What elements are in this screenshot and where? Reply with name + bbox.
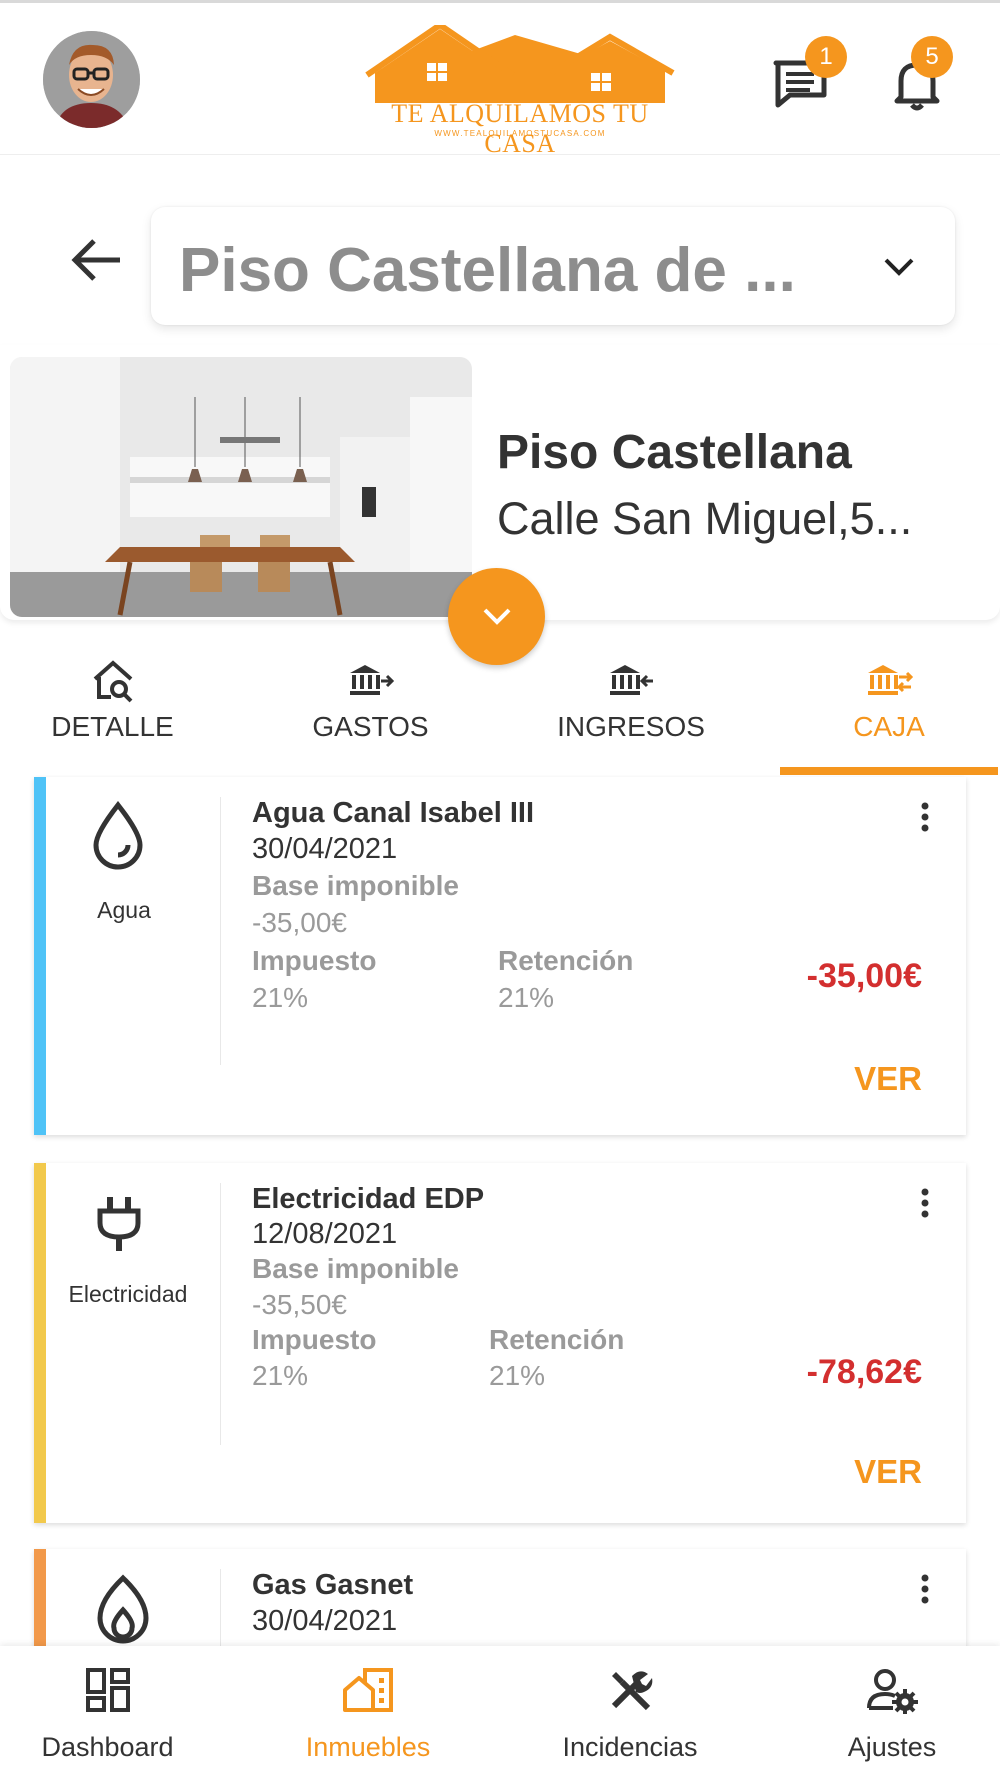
transaction-card[interactable]: Electricidad Electricidad EDP 12/08/2021… [34, 1163, 966, 1523]
app-header: TE ALQUILAMOS TU CASA WWW.TEALQUILAMOSTU… [0, 0, 1000, 158]
tax-label: Impuesto [252, 1324, 377, 1355]
card-divider [220, 1569, 221, 1646]
base-value: -35,50€ [252, 1289, 347, 1320]
nav-ajustes[interactable]: Ajustes [792, 1646, 992, 1778]
card-title: Gas Gasnet [252, 1569, 414, 1601]
tab-gastos[interactable]: GASTOS [258, 645, 483, 775]
property-select-value: Piso Castellana de ... [179, 236, 796, 305]
tab-ingresos[interactable]: INGRESOS [516, 645, 746, 775]
transaction-card[interactable]: Gas Gasnet 30/04/2021 [34, 1549, 966, 1646]
category-label: Agua [97, 897, 151, 923]
category-label: Electricidad [68, 1281, 188, 1307]
base-label: Base imponible [252, 1253, 459, 1284]
bank-in-icon [610, 665, 653, 695]
back-button[interactable] [70, 235, 125, 285]
property-name: Piso Castellana [497, 426, 852, 479]
chat-badge: 1 [805, 36, 847, 78]
brand-logo: TE ALQUILAMOS TU CASA WWW.TEALQUILAMOSTU… [355, 21, 685, 158]
card-divider [220, 797, 221, 1065]
chevron-down-icon [884, 258, 914, 276]
nav-incidencias[interactable]: Incidencias [530, 1646, 730, 1778]
tools-icon [611, 1671, 653, 1711]
more-vert-icon[interactable] [920, 802, 930, 832]
plug-icon [97, 1197, 141, 1251]
house-logo-icon [365, 21, 675, 103]
flame-icon [97, 1574, 149, 1644]
tab-label: INGRESOS [557, 711, 705, 742]
retention-label: Retención [498, 945, 634, 976]
ver-button[interactable]: VER [854, 1453, 922, 1491]
nav-label: Inmuebles [305, 1732, 431, 1762]
dashboard-icon [85, 1668, 130, 1712]
arrow-left-icon [71, 239, 120, 281]
nav-inmuebles[interactable]: Inmuebles [268, 1646, 468, 1778]
property-tabs: DETALLE GASTOS INGRESOS CAJA [0, 645, 1000, 775]
card-title: Electricidad EDP [252, 1183, 485, 1215]
property-photo [10, 357, 472, 617]
tab-label: DETALLE [51, 711, 174, 742]
nav-dashboard[interactable]: Dashboard [0, 1646, 215, 1778]
category-stripe [34, 777, 46, 1135]
tab-caja[interactable]: CAJA [780, 645, 998, 775]
tax-label: Impuesto [252, 945, 377, 976]
property-select[interactable]: Piso Castellana de ... [151, 207, 955, 325]
retention-value: 21% [498, 982, 555, 1013]
logo-url: WWW.TEALQUILAMOSTUCASA.COM [434, 129, 606, 138]
active-tab-indicator [780, 767, 998, 775]
nav-label: Incidencias [562, 1732, 698, 1762]
transaction-list: Agua Agua Canal Isabel III 30/04/2021 Ba… [0, 775, 1000, 1646]
card-amount: -78,62€ [806, 1353, 922, 1391]
house-search-icon [93, 660, 132, 703]
bank-exchange-icon [868, 665, 913, 695]
card-divider [220, 1183, 221, 1445]
card-title: Agua Canal Isabel III [252, 797, 535, 829]
user-settings-icon [867, 1669, 918, 1714]
tax-value: 21% [252, 1360, 309, 1391]
water-drop-icon [93, 801, 143, 870]
tab-label: GASTOS [312, 711, 429, 742]
ver-button[interactable]: VER [854, 1060, 922, 1098]
bank-out-icon [349, 665, 394, 695]
tab-detalle[interactable]: DETALLE [0, 645, 225, 775]
more-vert-icon[interactable] [920, 1188, 930, 1218]
nav-label: Ajustes [847, 1732, 937, 1762]
transaction-card[interactable]: Agua Agua Canal Isabel III 30/04/2021 Ba… [34, 777, 966, 1135]
notifications-badge: 5 [911, 36, 953, 78]
card-amount: -35,00€ [806, 957, 922, 995]
user-avatar[interactable] [43, 31, 140, 128]
property-address: Calle San Miguel,5... [497, 493, 913, 544]
nav-label: Dashboard [41, 1732, 174, 1762]
retention-label: Retención [489, 1324, 625, 1355]
base-label: Base imponible [252, 870, 459, 901]
card-date: 30/04/2021 [252, 833, 398, 865]
bottom-navigation: Dashboard Inmuebles Incidencias Ajustes [0, 1646, 1000, 1778]
tab-label: CAJA [853, 711, 925, 742]
card-date: 30/04/2021 [252, 1605, 398, 1637]
more-vert-icon[interactable] [920, 1574, 930, 1604]
tax-value: 21% [252, 982, 309, 1013]
category-stripe [34, 1163, 46, 1523]
base-value: -35,00€ [252, 907, 347, 938]
retention-value: 21% [489, 1360, 546, 1391]
chevron-down-icon [483, 608, 511, 625]
buildings-icon [343, 1668, 393, 1712]
card-date: 12/08/2021 [252, 1218, 398, 1250]
category-stripe [34, 1549, 46, 1646]
